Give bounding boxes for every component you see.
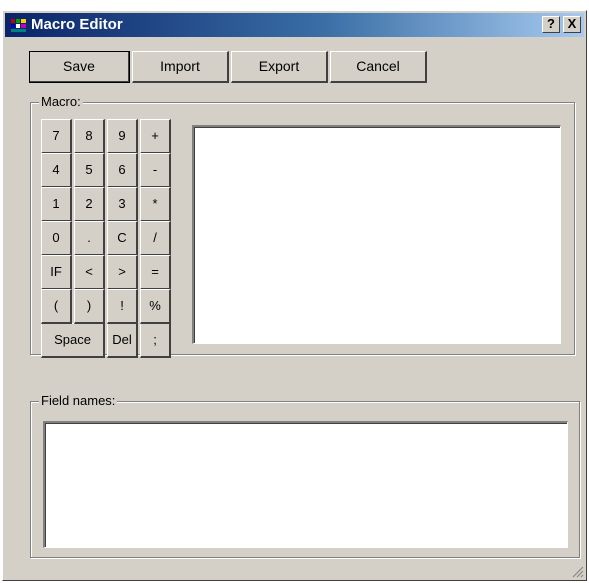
export-button[interactable]: Export [231, 51, 328, 83]
key-2[interactable]: 2 [74, 187, 105, 222]
key-3[interactable]: 3 [107, 187, 138, 222]
key-del[interactable]: Del [107, 323, 138, 358]
field-names-group: Field names: [30, 393, 580, 558]
key-6[interactable]: 6 [107, 153, 138, 188]
key-open-paren[interactable]: ( [41, 289, 72, 324]
key-8[interactable]: 8 [74, 119, 105, 154]
key-4[interactable]: 4 [41, 153, 72, 188]
key-0[interactable]: 0 [41, 221, 72, 256]
key-if[interactable]: IF [41, 255, 72, 290]
key-plus[interactable]: + [140, 119, 171, 154]
key-minus[interactable]: - [140, 153, 171, 188]
key-semicolon[interactable]: ; [140, 323, 171, 358]
key-5[interactable]: 5 [74, 153, 105, 188]
window-title: Macro Editor [31, 16, 123, 33]
help-button[interactable]: ? [542, 16, 560, 33]
macro-editor-window: Macro Editor ? X Save Import Export Canc… [2, 10, 587, 581]
import-button[interactable]: Import [132, 51, 229, 83]
key-close-paren[interactable]: ) [74, 289, 105, 324]
key-equals[interactable]: = [140, 255, 171, 290]
macro-label: Macro: [39, 94, 83, 110]
close-button[interactable]: X [563, 16, 581, 33]
key-9[interactable]: 9 [107, 119, 138, 154]
key-greater-than[interactable]: > [107, 255, 138, 290]
field-names-label: Field names: [39, 393, 118, 409]
save-button[interactable]: Save [29, 51, 130, 83]
key-multiply[interactable]: * [140, 187, 171, 222]
resize-grip-icon[interactable] [572, 566, 584, 578]
field-names-list[interactable] [43, 421, 568, 548]
key-space[interactable]: Space [41, 323, 105, 358]
key-dot[interactable]: . [74, 221, 105, 256]
macro-group: Macro: Space Del ; 7 8 9 +4 5 6- 1 2 3 * 0. C / IF < > =… [30, 94, 575, 358]
key-c[interactable]: C [107, 221, 138, 256]
key-less-than[interactable]: < [74, 255, 105, 290]
key-exclamation[interactable]: ! [107, 289, 138, 324]
key-7[interactable]: 7 [41, 119, 72, 154]
macro-text-area[interactable] [192, 125, 561, 344]
key-divide[interactable]: / [140, 221, 171, 256]
key-1[interactable]: 1 [41, 187, 72, 222]
app-icon [11, 19, 26, 32]
title-bar[interactable]: Macro Editor ? X [5, 13, 584, 37]
key-percent[interactable]: % [140, 289, 171, 324]
cancel-button[interactable]: Cancel [330, 51, 427, 83]
